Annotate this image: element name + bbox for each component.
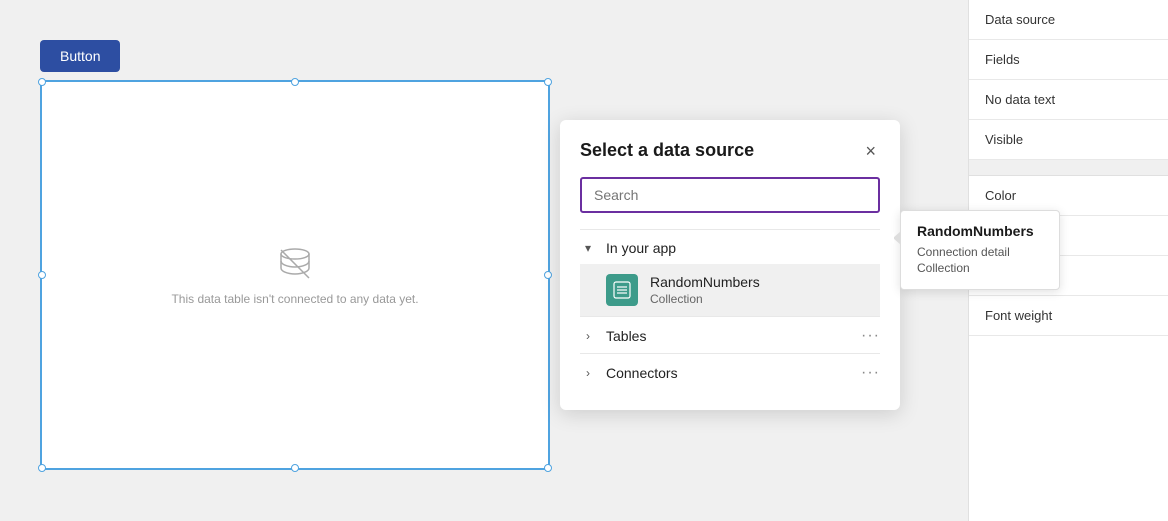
tables-dots-menu[interactable]: ··· (861, 327, 880, 345)
connectors-dots-menu[interactable]: ··· (861, 364, 880, 382)
canvas-content: Button This data table isn't connected t… (20, 20, 948, 501)
tooltip-popup: RandomNumbers Connection detail Collecti… (900, 210, 1060, 290)
handle-bottom-center[interactable] (291, 464, 299, 472)
sidebar-item-data-source[interactable]: Data source (969, 0, 1168, 40)
select-data-source-panel: Select a data source × ▾ In your app (560, 120, 900, 410)
section-connectors[interactable]: › Connectors ··· (580, 353, 880, 390)
section-tables[interactable]: › Tables ··· (580, 316, 880, 353)
sidebar-item-fields[interactable]: Fields (969, 40, 1168, 80)
sidebar-item-no-data-text[interactable]: No data text (969, 80, 1168, 120)
canvas-area: Button This data table isn't connected t… (0, 0, 968, 521)
chevron-in-your-app-icon: ▾ (580, 241, 596, 255)
search-input-wrapper (580, 177, 880, 213)
random-numbers-name: RandomNumbers (650, 274, 880, 290)
random-numbers-icon (606, 274, 638, 306)
tooltip-arrow (893, 231, 901, 245)
data-table-empty-text: This data table isn't connected to any d… (171, 292, 418, 306)
handle-mid-left[interactable] (38, 271, 46, 279)
handle-top-center[interactable] (291, 78, 299, 86)
handle-top-left[interactable] (38, 78, 46, 86)
list-item-random-numbers[interactable]: RandomNumbers Collection (580, 264, 880, 316)
search-input[interactable] (580, 177, 880, 213)
chevron-tables-icon: › (580, 329, 596, 343)
handle-bottom-right[interactable] (544, 464, 552, 472)
tooltip-title: RandomNumbers (917, 223, 1043, 239)
sidebar-item-visible[interactable]: Visible (969, 120, 1168, 160)
section-connectors-label: Connectors (606, 365, 678, 381)
data-table-box[interactable]: This data table isn't connected to any d… (40, 80, 550, 470)
tooltip-detail-2: Collection (917, 261, 1043, 275)
sidebar-item-font-weight[interactable]: Font weight (969, 296, 1168, 336)
chevron-connectors-icon: › (580, 366, 596, 380)
random-numbers-info: RandomNumbers Collection (650, 274, 880, 306)
handle-top-right[interactable] (544, 78, 552, 86)
random-numbers-type: Collection (650, 292, 880, 306)
tooltip-arrow-inner (887, 232, 894, 244)
panel-title: Select a data source (580, 140, 754, 161)
panel-close-button[interactable]: × (861, 142, 880, 160)
panel-header: Select a data source × (580, 140, 880, 161)
sidebar-separator (969, 160, 1168, 176)
handle-bottom-left[interactable] (38, 464, 46, 472)
section-tables-label: Tables (606, 328, 646, 344)
handle-mid-right[interactable] (544, 271, 552, 279)
section-in-your-app[interactable]: ▾ In your app (580, 229, 880, 264)
section-in-your-app-label: In your app (606, 240, 676, 256)
database-icon (275, 244, 315, 284)
tooltip-detail-1: Connection detail (917, 245, 1043, 259)
button-widget[interactable]: Button (40, 40, 120, 72)
